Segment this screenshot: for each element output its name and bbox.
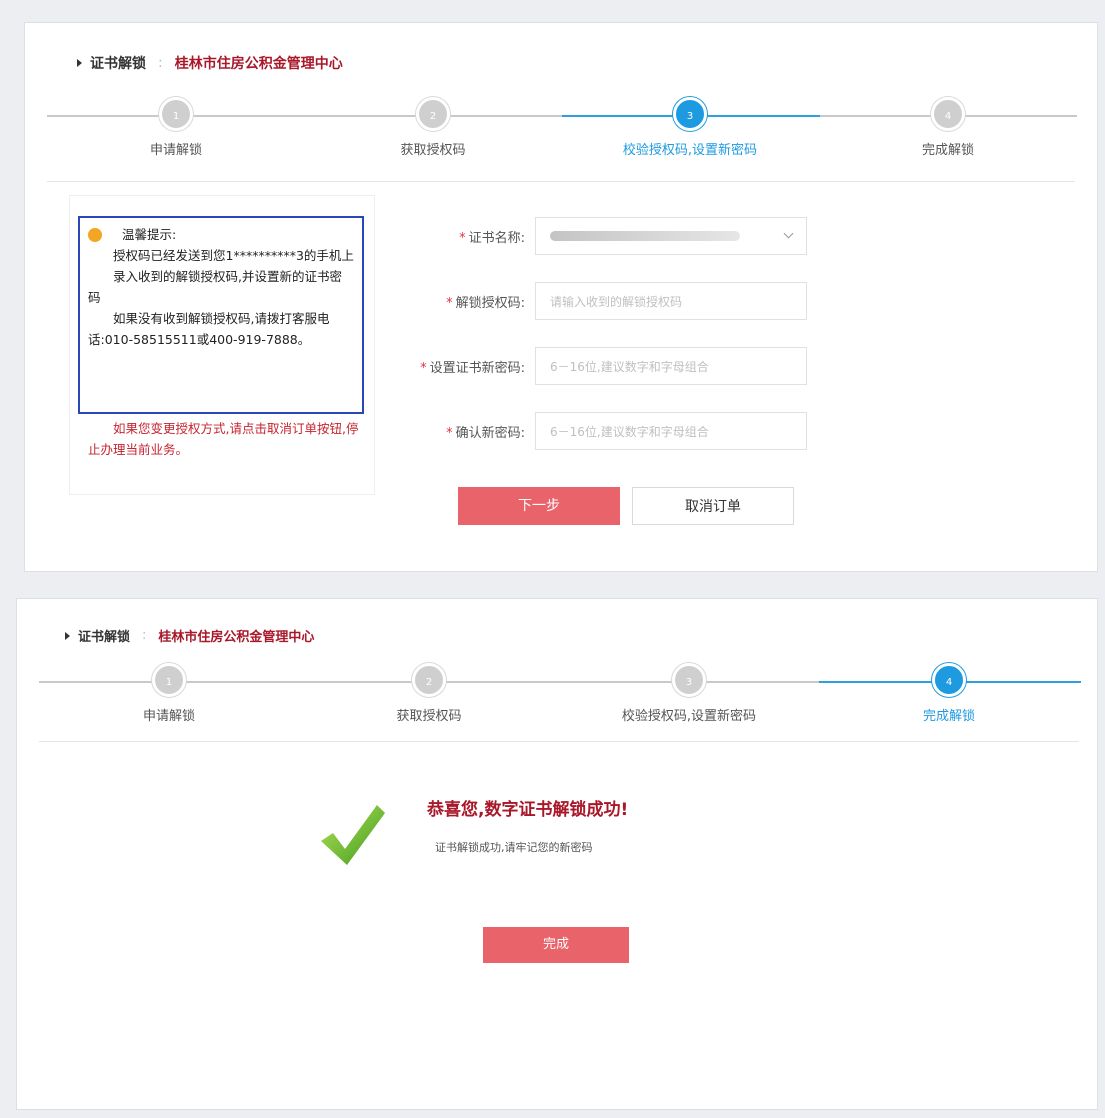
breadcrumb-separator: : — [142, 628, 147, 643]
breadcrumb-separator: : — [158, 55, 163, 71]
tips-box: 温馨提示: 授权码已经发送到您1**********3的手机上 录入收到的解锁授… — [78, 216, 364, 414]
divider — [39, 741, 1079, 742]
new-password-input[interactable]: 6－16位,建议数字和字母组合 — [535, 347, 807, 385]
progress-steps: 1 申请解锁 2 获取授权码 3 校验授权码,设置新密码 4 完成解锁 — [39, 663, 1081, 743]
step-number: 3 — [673, 97, 707, 131]
breadcrumb-title: 证书解锁 — [90, 56, 146, 72]
step-number: 1 — [152, 663, 186, 697]
step-label: 申请解锁 — [142, 709, 195, 724]
breadcrumb-org: 桂林市住房公积金管理中心 — [158, 630, 315, 645]
step-label: 申请解锁 — [149, 143, 202, 158]
tips-line: 录入收到的解锁授权码,并设置新的证书密码 — [88, 269, 342, 305]
confirm-password-label: * 确认新密码: — [446, 425, 525, 441]
step-4: 4 完成解锁 — [818, 97, 1078, 158]
cert-name-value — [550, 231, 740, 241]
step-label: 校验授权码,设置新密码 — [622, 143, 758, 158]
next-button[interactable]: 下一步 — [458, 487, 620, 525]
done-button[interactable]: 完成 — [483, 927, 629, 963]
step-3: 3 校验授权码,设置新密码 — [559, 663, 819, 724]
step-number: 4 — [932, 663, 966, 697]
cert-name-select[interactable] — [535, 217, 807, 255]
success-subtitle: 证书解锁成功,请牢记您的新密码 — [435, 841, 593, 854]
tips-heading-text: 温馨提示: — [122, 227, 177, 242]
chevron-down-icon — [783, 228, 794, 239]
tips-heading: 温馨提示: — [88, 224, 354, 245]
cancel-order-button[interactable]: 取消订单 — [632, 487, 794, 525]
tips-line: 如果没有收到解锁授权码,请拨打客服电话:010-58515511或400-919… — [88, 311, 330, 347]
step-label: 完成解锁 — [921, 143, 974, 158]
progress-steps: 1 申请解锁 2 获取授权码 3 校验授权码,设置新密码 4 完成解锁 — [46, 97, 1078, 177]
confirm-password-input[interactable]: 6－16位,建议数字和字母组合 — [535, 412, 807, 450]
step-1: 1 申请解锁 — [46, 97, 306, 158]
step-number: 2 — [416, 97, 450, 131]
step-number: 2 — [412, 663, 446, 697]
step-2: 2 获取授权码 — [299, 663, 559, 724]
tips-line: 授权码已经发送到您1**********3的手机上 — [113, 248, 354, 263]
step-label: 获取授权码 — [400, 143, 466, 158]
form-row-confirm-password: * 确认新密码: 6－16位,建议数字和字母组合 — [385, 411, 807, 451]
auth-code-input[interactable]: 请输入收到的解锁授权码 — [535, 282, 807, 320]
step-3-current: 3 校验授权码,设置新密码 — [560, 97, 820, 158]
divider — [47, 181, 1075, 182]
caret-right-icon — [65, 631, 70, 640]
unlock-complete-panel: 证书解锁 : 桂林市住房公积金管理中心 1 申请解锁 2 获取授权码 3 校验授… — [16, 598, 1098, 1110]
breadcrumb: 证书解锁 : 桂林市住房公积金管理中心 — [65, 626, 314, 645]
step-label: 获取授权码 — [396, 709, 462, 724]
step-1: 1 申请解锁 — [39, 663, 299, 724]
cancel-hint: 如果您变更授权方式,请点击取消订单按钮,停止办理当前业务。 — [88, 421, 359, 457]
step-number: 1 — [159, 97, 193, 131]
breadcrumb: 证书解锁 : 桂林市住房公积金管理中心 — [77, 53, 343, 73]
lightbulb-icon — [88, 227, 102, 242]
success-title: 恭喜您,数字证书解锁成功! — [427, 800, 629, 820]
step-label: 完成解锁 — [922, 709, 975, 724]
breadcrumb-title: 证书解锁 — [78, 630, 131, 645]
step-number: 3 — [672, 663, 706, 697]
caret-right-icon — [77, 59, 82, 67]
form-row-auth-code: * 解锁授权码: 请输入收到的解锁授权码 — [385, 281, 807, 321]
breadcrumb-org: 桂林市住房公积金管理中心 — [174, 56, 343, 72]
auth-code-label: * 解锁授权码: — [446, 295, 525, 311]
checkmark-icon — [321, 805, 385, 865]
form-row-new-password: * 设置证书新密码: 6－16位,建议数字和字母组合 — [385, 346, 807, 386]
unlock-step3-panel: 证书解锁 : 桂林市住房公积金管理中心 1 申请解锁 2 获取授权码 3 校验授… — [24, 22, 1098, 572]
step-label: 校验授权码,设置新密码 — [621, 709, 757, 724]
step-2: 2 获取授权码 — [303, 97, 563, 158]
cert-name-label: * 证书名称: — [459, 230, 525, 246]
step-4-current: 4 完成解锁 — [819, 663, 1079, 724]
step-number: 4 — [931, 97, 965, 131]
tips-card: 温馨提示: 授权码已经发送到您1**********3的手机上 录入收到的解锁授… — [69, 195, 375, 495]
new-password-label: * 设置证书新密码: — [420, 360, 525, 376]
form-row-cert-name: * 证书名称: — [385, 216, 807, 256]
